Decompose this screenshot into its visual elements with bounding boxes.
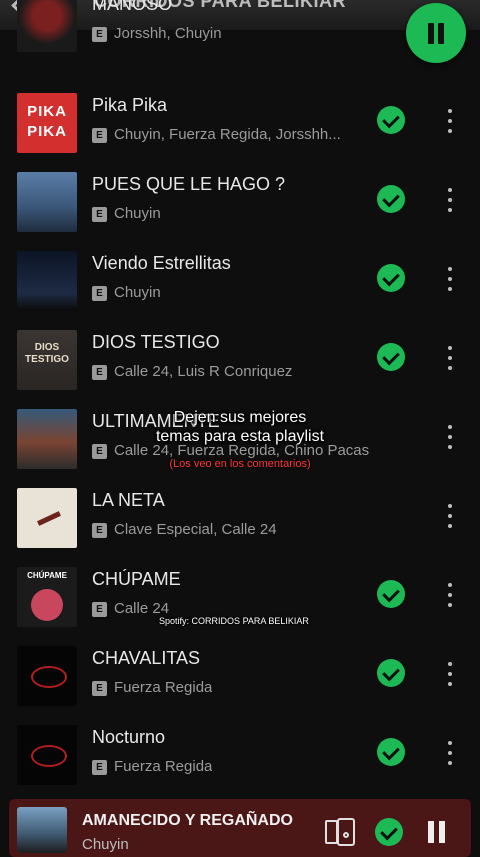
overlay-subcaption: (Los veo en los comentarios) [169,458,311,470]
explicit-icon: E [92,27,107,42]
track-title: LA NETA [92,490,165,510]
saved-checkmark-icon[interactable] [375,818,403,846]
track-artists: Calle 24, Luis R Conriquez [114,363,293,380]
saved-checkmark-icon[interactable] [377,580,405,608]
saved-checkmark-icon[interactable] [377,106,405,134]
track-artists: Clave Especial, Calle 24 [114,521,277,538]
explicit-icon: E [92,602,107,617]
saved-checkmark-icon[interactable] [377,659,405,687]
album-art [17,646,77,706]
track-title: Pika Pika [92,95,168,115]
explicit-icon: E [92,128,107,143]
explicit-icon: E [92,523,107,538]
more-options-icon[interactable] [444,186,456,214]
saved-checkmark-icon[interactable] [377,738,405,766]
connect-device-icon[interactable] [325,818,355,846]
more-options-icon[interactable] [444,265,456,293]
pause-button[interactable] [406,3,466,63]
track-artists: Chuyin, Fuerza Regida, Jorsshh... [114,126,341,143]
track-title: CHÚPAME [92,569,181,589]
track-row[interactable]: Nocturno E Fuerza Regida [0,717,480,796]
album-art-text: PIKA [27,103,67,120]
now-playing-artist: Chuyin [82,836,129,853]
now-playing-bar[interactable]: AMANECIDO Y REGAÑADO Chuyin [9,799,471,857]
explicit-icon: E [92,365,107,380]
overlay-credit: Spotify: CORRIDOS PARA BELIKIAR [159,616,309,626]
track-artists: Calle 24 [114,600,170,617]
track-row[interactable]: Viendo Estrellitas E Chuyin [0,243,480,322]
track-title: Viendo Estrellitas [92,253,231,273]
explicit-icon: E [92,760,107,775]
track-row[interactable]: CHAVALITAS E Fuerza Regida [0,638,480,717]
overlay-line-2: temas para esta playlist [155,428,325,445]
track-row[interactable]: PUES QUE LE HAGO ? E Chuyin [0,164,480,243]
saved-checkmark-icon[interactable] [377,185,405,213]
track-title: PUES QUE LE HAGO ? [92,174,286,194]
album-art [17,488,77,548]
explicit-icon: E [92,286,107,301]
overlay-caption: Dejen sus mejores temas para esta playli… [0,408,480,446]
track-title: DIOS TESTIGO [92,332,220,352]
album-art-text: DIOS [34,342,60,353]
album-art-text: CHÚPAME [27,571,67,580]
track-artists: Jorsshh, Chuyin [114,25,222,42]
explicit-icon: E [92,681,107,696]
more-options-icon[interactable] [444,660,456,688]
album-art [17,251,77,311]
more-options-icon[interactable] [444,344,456,372]
track-artists: Chuyin [114,205,161,222]
explicit-icon: E [92,207,107,222]
album-art-text: PIKA [27,123,67,140]
album-art [17,172,77,232]
track-row[interactable]: DIOS TESTIGO DIOS TESTIGO E Calle 24, Lu… [0,322,480,401]
track-title: MANOSO [92,0,173,14]
overlay-line-1: Dejen sus mejores [173,409,307,426]
track-title: CHAVALITAS [92,648,201,668]
track-row[interactable]: PIKA PIKA Pika Pika E Chuyin, Fuerza Reg… [0,85,480,164]
track-artists: Chuyin [114,284,161,301]
emblem-icon [31,666,67,688]
album-art [17,0,77,52]
explicit-icon: E [92,444,107,459]
emblem-icon [31,745,67,767]
more-options-icon[interactable] [444,502,456,530]
track-title: Nocturno [92,727,166,747]
saved-checkmark-icon[interactable] [377,343,405,371]
album-art [17,725,77,785]
now-playing-album-art [17,807,67,853]
track-artists: Fuerza Regida [114,758,213,775]
album-art: DIOS TESTIGO [17,330,77,390]
track-row[interactable]: CHÚPAME CHÚPAME E Calle 24 [0,559,480,638]
pause-icon[interactable] [427,821,447,845]
more-options-icon[interactable] [444,739,456,767]
now-playing-title: AMANECIDO Y REGAÑADO [82,812,293,829]
track-artists: Fuerza Regida [114,679,213,696]
album-art: PIKA PIKA [17,93,77,153]
saved-checkmark-icon[interactable] [377,264,405,292]
track-row[interactable]: LA NETA E Clave Especial, Calle 24 [0,480,480,559]
album-art-text: TESTIGO [25,354,69,365]
more-options-icon[interactable] [444,107,456,135]
more-options-icon[interactable] [444,581,456,609]
